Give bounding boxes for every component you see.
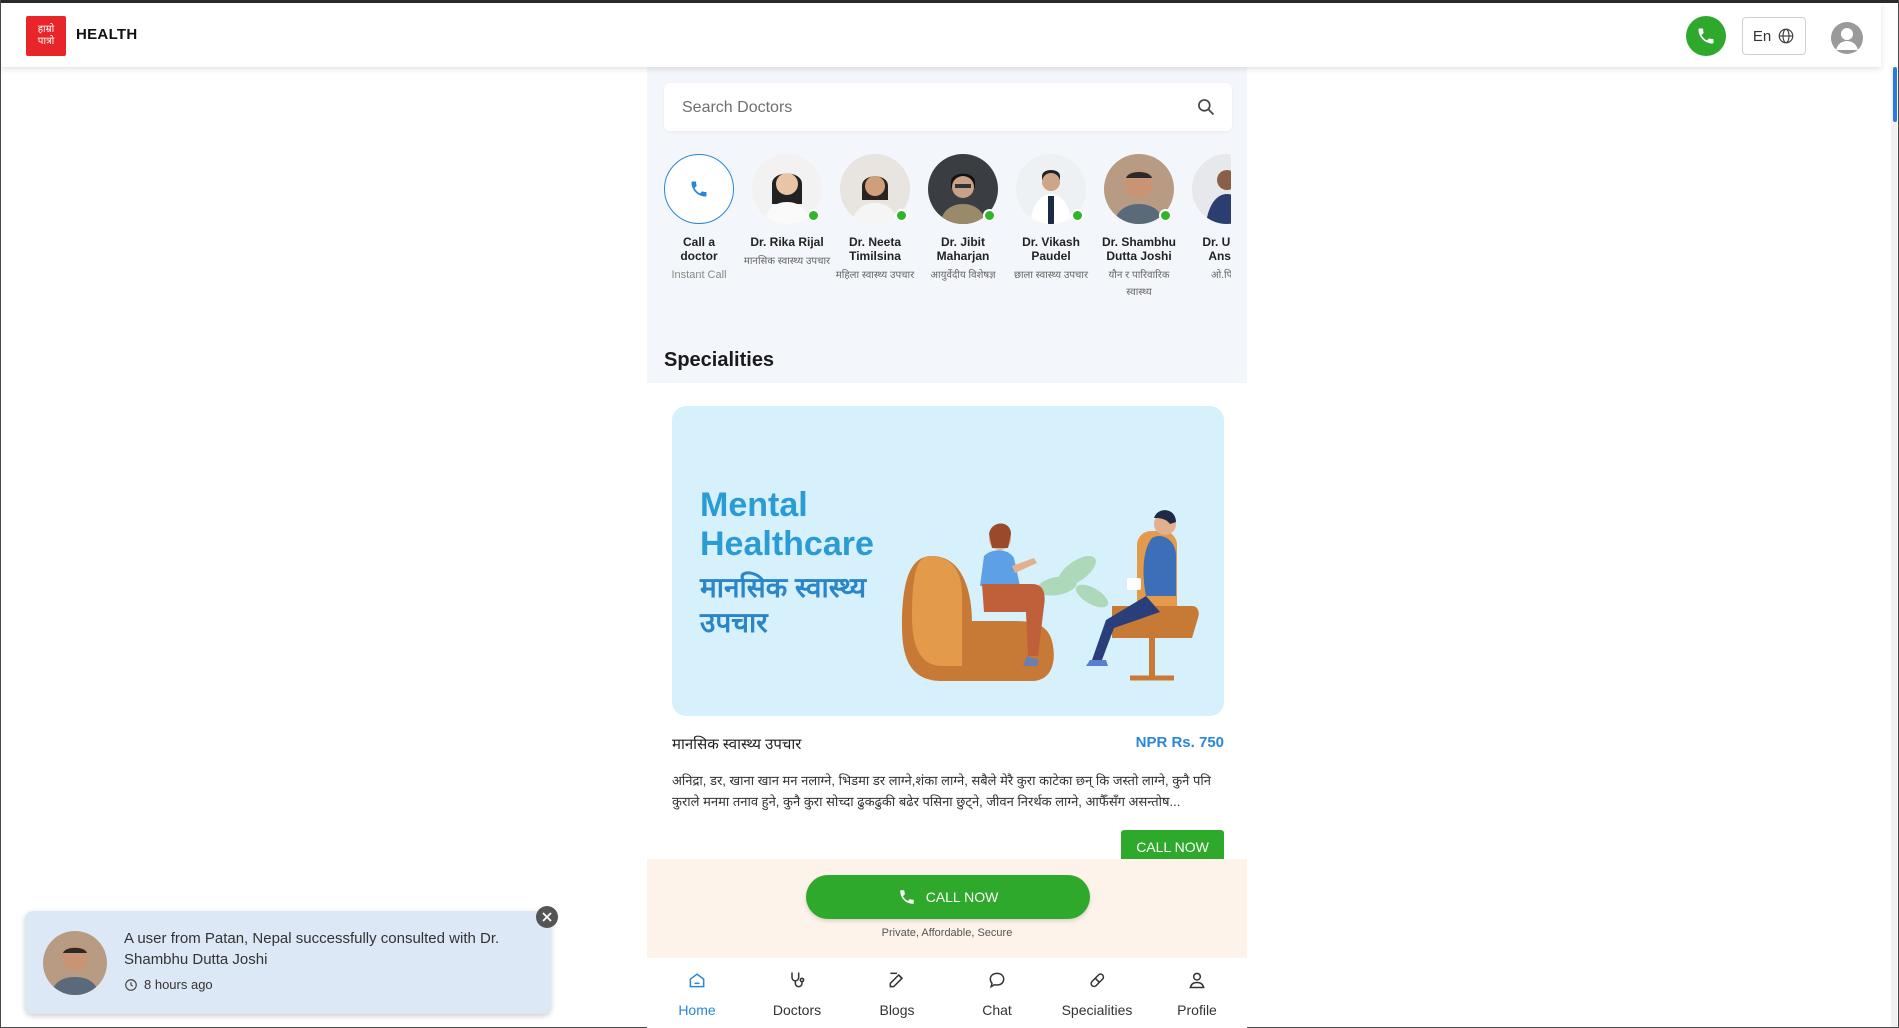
nav-label-doctors: Doctors [772, 1002, 822, 1018]
user-icon [1189, 972, 1205, 989]
online-status-dot [895, 209, 908, 222]
specialities-heading: Specialities [664, 349, 775, 371]
doctor-photo [928, 154, 998, 224]
toast-timestamp: 8 hours ago [124, 977, 213, 992]
top-header: हाम्रो पात्रो HEALTH En [1, 3, 1881, 67]
therapy-session-illustration [902, 510, 1199, 681]
doctors-carousel[interactable]: Call a doctor Instant Call Dr. Rika Rija… [647, 154, 1231, 314]
doctor-specialty: मानसिक स्वास्थ्य उपचार [743, 256, 831, 267]
nav-label-chat: Chat [982, 1002, 1012, 1018]
doctor-specialty: छाला स्वास्थ्य उपचार [1013, 270, 1089, 281]
call-tile-title-line-1: Call a [682, 235, 715, 249]
doctor-portrait-icon [43, 931, 107, 995]
doctor-photo [1192, 154, 1231, 224]
doctor-card[interactable]: Dr. Rika Rijal मानसिक स्वास्थ्य उपचार [743, 154, 831, 270]
globe-icon [1778, 28, 1794, 44]
doctor-card[interactable]: Dr. Neeta Timilsina महिला स्वास्थ्य उपचा… [831, 154, 919, 284]
toast-message: A user from Patan, Nepal successfully co… [124, 930, 500, 968]
doctor-portrait-icon [1192, 154, 1231, 224]
call-tile-title-line-2: doctor [680, 249, 718, 263]
doctor-name: Dr. Ubed Ansari [1202, 235, 1231, 263]
doctor-specialty: महिला स्वास्थ्य उपचार [835, 270, 915, 281]
call-tile-subtitle: Instant Call [671, 269, 727, 281]
scrollbar-track[interactable] [1891, 67, 1897, 1027]
close-icon [542, 912, 552, 922]
nav-item-specialities[interactable]: Specialities [1047, 970, 1147, 1018]
pill-icon [1090, 973, 1105, 988]
doctor-photo [840, 154, 910, 224]
doctor-photo [1016, 154, 1086, 224]
brand-title: HEALTH [76, 26, 138, 43]
nav-item-blogs[interactable]: Blogs [847, 970, 947, 1018]
nav-item-doctors[interactable]: Doctors [747, 970, 847, 1018]
scrollbar-thumb[interactable] [1893, 67, 1897, 122]
window-frame-left [0, 0, 1, 1028]
online-status-dot [983, 209, 996, 222]
call-now-label: CALL NOW [925, 889, 999, 905]
logo-line-2: पात्रो [37, 36, 55, 47]
online-status-dot [1159, 209, 1172, 222]
doctor-photo [1104, 154, 1174, 224]
mental-healthcare-banner[interactable]: Mental Healthcare मानसिक स्वास्थ्य उपचार [672, 406, 1224, 716]
doctor-name: Dr. Rika Rijal [750, 235, 824, 249]
consultation-toast: A user from Patan, Nepal successfully co… [25, 911, 551, 1014]
edit-icon [889, 972, 904, 988]
nav-label-profile: Profile [1177, 1002, 1217, 1018]
header-call-button[interactable] [1686, 16, 1726, 56]
call-a-doctor-tile[interactable]: Call a doctor Instant Call [655, 154, 743, 284]
call-doctor-circle [664, 154, 734, 224]
online-status-dot [1071, 209, 1084, 222]
clock-icon [125, 978, 137, 991]
doctor-photo [752, 154, 822, 224]
doctor-name: Dr. Jibit Maharjan [936, 235, 990, 263]
search-input[interactable] [680, 83, 1164, 133]
doctor-card[interactable]: Dr. Shambhu Dutta Joshi यौन र पारिवारिक … [1095, 154, 1183, 301]
search-bar [664, 83, 1232, 133]
hamro-patro-logo[interactable]: हाम्रो पात्रो [26, 16, 66, 56]
user-avatar-icon [1836, 28, 1858, 50]
bottom-navigation: Home Doctors Blogs Chat Specialities Pro… [647, 958, 1247, 1028]
doctor-specialty: आयुर्वेदीय विशेषज्ञ [930, 270, 996, 281]
chat-icon [989, 972, 1005, 989]
search-icon[interactable] [1196, 97, 1216, 117]
speciality-price: NPR Rs. 750 [1135, 734, 1224, 751]
toast-doctor-avatar [43, 931, 107, 995]
doctor-name: Dr. Neeta Timilsina [848, 235, 902, 263]
home-icon [689, 973, 705, 988]
stethoscope-icon [791, 972, 805, 988]
language-label: En [1752, 27, 1772, 45]
logo-line-1: हाम्रो [37, 24, 55, 35]
doctor-card[interactable]: Dr. Jibit Maharjan आयुर्वेदीय विशेषज्ञ [919, 154, 1007, 284]
call-now-button[interactable]: CALL NOW [806, 875, 1090, 919]
phone-icon [1698, 28, 1714, 44]
speciality-description: अनिद्रा, डर, खाना खान मन नलाग्ने, भिडमा … [672, 773, 1211, 809]
doctor-card[interactable]: Dr. Ubed Ansari ओ.पि.डी [1183, 154, 1231, 284]
doctor-specialty: यौन र पारिवारिक स्वास्थ्य [1108, 270, 1170, 298]
nav-label-home: Home [678, 1002, 716, 1018]
phone-icon [691, 181, 707, 197]
user-avatar-button[interactable] [1831, 22, 1863, 54]
nav-label-blogs: Blogs [879, 1002, 915, 1018]
toast-close-button[interactable] [536, 906, 558, 928]
phone-icon [899, 890, 914, 904]
nav-item-profile[interactable]: Profile [1147, 970, 1247, 1018]
online-status-dot [807, 209, 820, 222]
doctor-specialty: ओ.पि.डी [1211, 270, 1231, 281]
call-now-subtext: Private, Affordable, Secure [881, 927, 1013, 939]
doctor-card[interactable]: Dr. Vikash Paudel छाला स्वास्थ्य उपचार [1007, 154, 1095, 284]
toast-time-label: 8 hours ago [144, 977, 213, 992]
doctor-name: Dr. Vikash Paudel [1022, 235, 1080, 263]
doctor-photo-circle [1192, 154, 1231, 224]
speciality-name: मानसिक स्वास्थ्य उपचार [672, 736, 802, 753]
language-selector[interactable]: En [1742, 17, 1806, 55]
nav-label-specialities: Specialities [1061, 1002, 1133, 1018]
nav-item-home[interactable]: Home [647, 970, 747, 1018]
doctor-name: Dr. Shambhu Dutta Joshi [1101, 235, 1176, 263]
nav-item-chat[interactable]: Chat [947, 970, 1047, 1018]
call-tile-title: Call a doctor [655, 235, 743, 263]
